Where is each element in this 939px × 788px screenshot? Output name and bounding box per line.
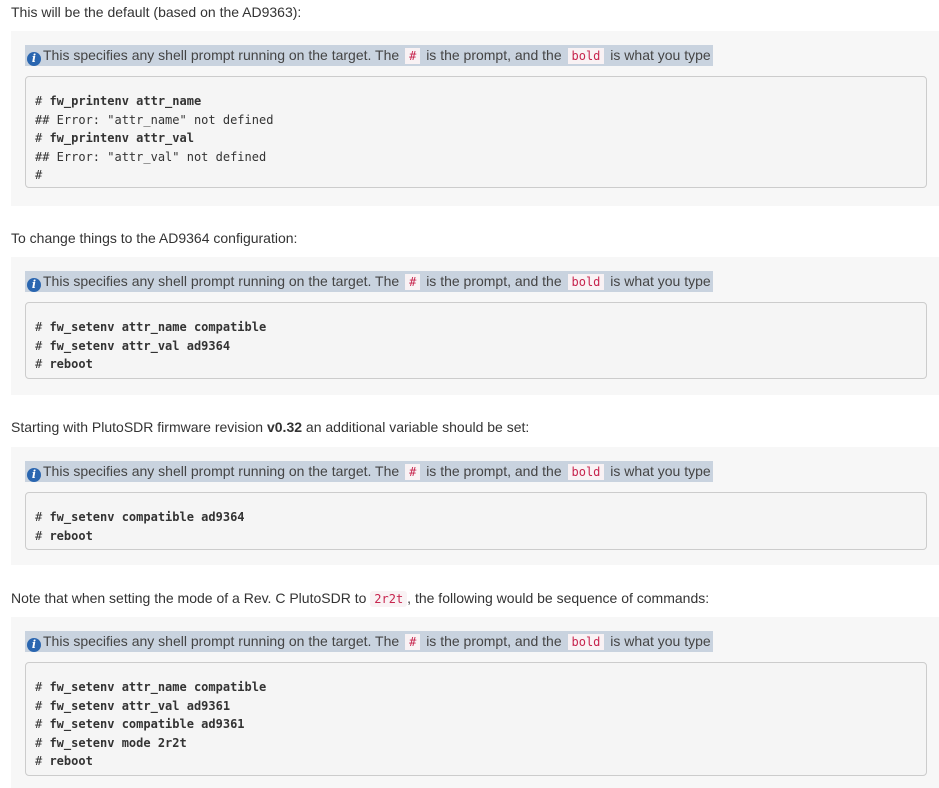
command-line: # fw_setenv mode 2r2t [35,734,912,753]
mode-code: 2r2t [370,591,408,607]
section-1-intro: This will be the default (based on the A… [11,4,302,20]
notice-prompt-symbol: # [405,634,421,650]
shell-prompt-notice: i This specifies any shell prompt running… [25,631,713,652]
shell-prompt-notice: i This specifies any shell prompt running… [25,271,713,292]
info-icon: i [27,638,41,652]
shell-prompt-notice: i This specifies any shell prompt running… [25,461,713,482]
info-icon: i [27,278,41,292]
command-line: # fw_setenv attr_val ad9361 [35,697,912,716]
notice-bold-word: bold [567,274,605,290]
typed-command: fw_setenv compatible ad9364 [49,510,245,524]
prompt-symbol: # [35,698,50,713]
typed-command: reboot [49,528,93,543]
prompt-symbol: # [35,754,50,769]
command-line: # fw_printenv attr_name [35,92,912,111]
prompt-symbol: # [35,680,50,694]
notice-prompt-symbol: # [405,464,421,480]
command-line: # reboot [35,527,912,546]
notice-bold-word: bold [567,464,605,480]
section-3-intro-before: Starting with PlutoSDR firmware revision [11,419,264,435]
output-line: ## Error: "attr_name" not defined [35,112,274,127]
notice-suffix: is what you type [610,463,711,479]
prompt-symbol: # [35,94,50,108]
code-block[interactable]: # fw_printenv attr_name ## Error: "attr_n… [25,76,927,188]
notice-prefix: This specifies any shell prompt running … [43,463,400,479]
code-block[interactable]: # fw_setenv attr_name compatible # fw_set… [25,662,927,776]
command-line: # reboot [35,752,912,771]
prompt-symbol: # [35,510,50,524]
shell-prompt-notice: i This specifies any shell prompt running… [25,45,713,66]
notice-prompt-symbol: # [405,48,421,64]
command-line: # fw_setenv compatible ad9364 [35,508,912,527]
section-4-intro: Note that when setting the mode of a Rev… [11,589,709,608]
section-3-block: i This specifies any shell prompt running… [11,447,939,565]
notice-prefix: This specifies any shell prompt running … [43,47,400,63]
command-line: # fw_printenv attr_val [35,129,912,148]
notice-suffix: is what you type [610,633,711,649]
section-3-intro: Starting with PlutoSDR firmware revision… [11,418,529,436]
info-icon: i [27,52,41,66]
code-block[interactable]: # fw_setenv attr_name compatible # fw_set… [25,302,927,379]
section-4-intro-after: , the following would be sequence of com… [407,590,710,606]
prompt-symbol: # [35,131,50,146]
typed-command: fw_printenv attr_val [49,131,194,146]
command-line: # fw_setenv compatible ad9361 [35,715,912,734]
section-4-block: i This specifies any shell prompt running… [11,617,939,788]
command-line: # fw_setenv attr_name compatible [35,678,912,697]
output-line: # [35,168,43,183]
prompt-symbol: # [35,717,50,732]
prompt-symbol: # [35,357,50,372]
notice-middle: is the prompt, and the [426,47,562,63]
typed-command: fw_setenv compatible ad9361 [49,717,245,732]
section-2-block: i This specifies any shell prompt running… [11,257,939,395]
notice-bold-word: bold [567,634,605,650]
prompt-symbol: # [35,528,50,543]
prompt-symbol: # [35,338,50,353]
info-icon: i [27,468,41,482]
typed-command: fw_printenv attr_name [49,94,202,108]
typed-command: fw_setenv attr_val ad9361 [49,698,231,713]
notice-suffix: is what you type [610,273,711,289]
section-2-intro: To change things to the AD9364 configura… [11,230,298,246]
command-line: # fw_setenv attr_name compatible [35,318,912,337]
typed-command: reboot [49,754,93,769]
notice-suffix: is what you type [610,47,711,63]
notice-prefix: This specifies any shell prompt running … [43,633,400,649]
notice-middle: is the prompt, and the [426,463,562,479]
section-1-block: i This specifies any shell prompt running… [11,31,939,206]
notice-prompt-symbol: # [405,274,421,290]
section-4-intro-before: Note that when setting the mode of a Rev… [11,590,367,606]
output-line: ## Error: "attr_val" not defined [35,149,267,164]
notice-prefix: This specifies any shell prompt running … [43,273,400,289]
firmware-version: v0.32 [266,419,303,435]
section-3-intro-after: an additional variable should be set: [305,419,530,435]
typed-command: fw_setenv attr_name compatible [49,680,267,694]
typed-command: reboot [49,357,93,372]
typed-command: fw_setenv attr_val ad9364 [49,338,231,353]
notice-middle: is the prompt, and the [426,633,562,649]
prompt-symbol: # [35,320,50,334]
notice-middle: is the prompt, and the [426,273,562,289]
prompt-symbol: # [35,735,50,750]
command-line: # reboot [35,355,912,374]
notice-bold-word: bold [567,48,605,64]
typed-command: fw_setenv attr_name compatible [49,320,267,334]
typed-command: fw_setenv mode 2r2t [49,735,187,750]
command-line: # fw_setenv attr_val ad9364 [35,337,912,356]
code-block[interactable]: # fw_setenv compatible ad9364 # reboot [25,492,927,550]
